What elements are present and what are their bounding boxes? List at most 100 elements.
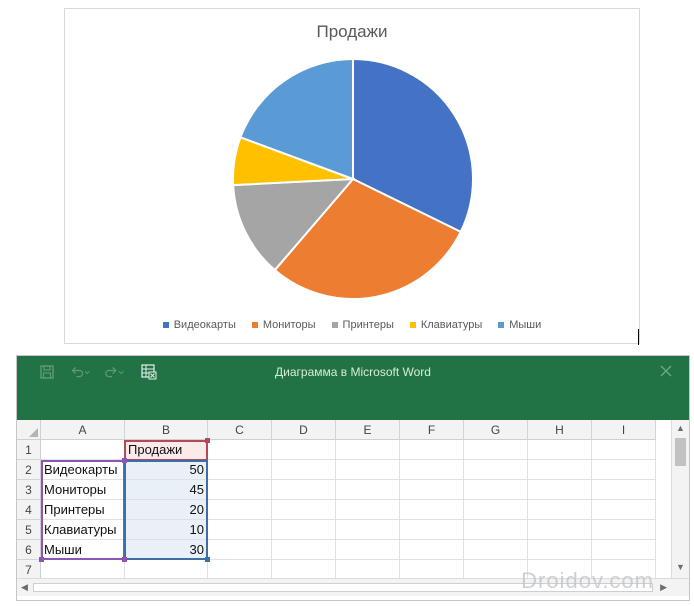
- cell[interactable]: [464, 440, 528, 460]
- cell[interactable]: [400, 520, 464, 540]
- vertical-scrollbar[interactable]: ▲ ▼: [671, 420, 689, 578]
- cell[interactable]: [208, 560, 272, 580]
- select-all-triangle: [29, 428, 38, 437]
- scroll-right-icon[interactable]: ▶: [660, 582, 667, 593]
- cell[interactable]: [400, 560, 464, 580]
- row-header[interactable]: 6: [17, 540, 41, 560]
- column-header[interactable]: B: [125, 420, 208, 440]
- column-header[interactable]: A: [41, 420, 125, 440]
- cell[interactable]: [464, 480, 528, 500]
- cell[interactable]: [336, 560, 400, 580]
- legend-label: Мониторы: [262, 319, 316, 331]
- cell[interactable]: [336, 440, 400, 460]
- cell[interactable]: 50: [125, 460, 208, 480]
- legend-item[interactable]: Видеокарты: [162, 319, 236, 331]
- cell[interactable]: [400, 440, 464, 460]
- select-all-button[interactable]: [17, 420, 41, 440]
- cell[interactable]: [592, 540, 656, 560]
- legend-item[interactable]: Принтеры: [331, 319, 394, 331]
- cell[interactable]: [272, 560, 336, 580]
- column-header[interactable]: G: [464, 420, 528, 440]
- cell[interactable]: [272, 460, 336, 480]
- cell[interactable]: [336, 480, 400, 500]
- cell[interactable]: [272, 500, 336, 520]
- column-header[interactable]: I: [592, 420, 656, 440]
- cell[interactable]: Видеокарты: [41, 460, 125, 480]
- cell[interactable]: [528, 540, 592, 560]
- cell[interactable]: [592, 500, 656, 520]
- cell[interactable]: [272, 520, 336, 540]
- cell[interactable]: [400, 540, 464, 560]
- cell[interactable]: [41, 440, 125, 460]
- chart-legend[interactable]: Видеокарты Мониторы Принтеры Клавиатуры Мыши: [65, 319, 639, 331]
- cell[interactable]: [464, 520, 528, 540]
- cell[interactable]: Принтеры: [41, 500, 125, 520]
- cell[interactable]: [464, 500, 528, 520]
- cell[interactable]: Мыши: [41, 540, 125, 560]
- column-header[interactable]: E: [336, 420, 400, 440]
- cell[interactable]: Продажи: [125, 440, 208, 460]
- legend-item[interactable]: Клавиатуры: [409, 319, 482, 331]
- cell[interactable]: 30: [125, 540, 208, 560]
- column-header[interactable]: F: [400, 420, 464, 440]
- cell[interactable]: [336, 500, 400, 520]
- text-cursor: [638, 329, 639, 345]
- cell[interactable]: [208, 440, 272, 460]
- scroll-left-icon[interactable]: ◀: [21, 582, 28, 593]
- cell[interactable]: [125, 560, 208, 580]
- cell[interactable]: [208, 520, 272, 540]
- row-header[interactable]: 4: [17, 500, 41, 520]
- cell[interactable]: [464, 460, 528, 480]
- cell[interactable]: [208, 460, 272, 480]
- legend-item[interactable]: Мыши: [498, 319, 541, 331]
- cell[interactable]: Мониторы: [41, 480, 125, 500]
- column-header[interactable]: C: [208, 420, 272, 440]
- cell[interactable]: [528, 520, 592, 540]
- cell[interactable]: [592, 460, 656, 480]
- row-header[interactable]: 1: [17, 440, 41, 460]
- cell[interactable]: [400, 500, 464, 520]
- cell[interactable]: [528, 440, 592, 460]
- cell[interactable]: [464, 540, 528, 560]
- cell[interactable]: [528, 480, 592, 500]
- chart-area[interactable]: Продажи Видеокарты Мониторы Принтеры Клавиа…: [64, 8, 640, 344]
- legend-swatch: [498, 322, 505, 328]
- cell[interactable]: [336, 520, 400, 540]
- legend-swatch: [409, 322, 416, 328]
- cell[interactable]: [528, 500, 592, 520]
- cell[interactable]: 10: [125, 520, 208, 540]
- cell[interactable]: [592, 440, 656, 460]
- cell[interactable]: [336, 540, 400, 560]
- cell[interactable]: 45: [125, 480, 208, 500]
- cell[interactable]: [592, 520, 656, 540]
- scroll-down-icon[interactable]: ▼: [676, 562, 685, 572]
- legend-item[interactable]: Мониторы: [251, 319, 316, 331]
- row-header[interactable]: 5: [17, 520, 41, 540]
- row-header[interactable]: 7: [17, 560, 41, 580]
- column-header[interactable]: D: [272, 420, 336, 440]
- cell[interactable]: [464, 560, 528, 580]
- cell[interactable]: [208, 500, 272, 520]
- row-header[interactable]: 2: [17, 460, 41, 480]
- cell[interactable]: [208, 540, 272, 560]
- cell[interactable]: [272, 480, 336, 500]
- cell[interactable]: [272, 540, 336, 560]
- scroll-up-icon[interactable]: ▲: [676, 423, 685, 433]
- pie-chart[interactable]: [65, 9, 641, 345]
- cell[interactable]: [272, 440, 336, 460]
- close-button[interactable]: [657, 362, 675, 380]
- cell[interactable]: [336, 460, 400, 480]
- table-row: 5 Клавиатуры 10: [17, 520, 656, 540]
- vertical-scroll-thumb[interactable]: [675, 438, 686, 466]
- cell[interactable]: [528, 460, 592, 480]
- cell[interactable]: [208, 480, 272, 500]
- row-header[interactable]: 3: [17, 480, 41, 500]
- column-header[interactable]: H: [528, 420, 592, 440]
- cell[interactable]: [400, 460, 464, 480]
- cell[interactable]: Клавиатуры: [41, 520, 125, 540]
- cell[interactable]: 20: [125, 500, 208, 520]
- cell[interactable]: [400, 480, 464, 500]
- table-row: 1 Продажи: [17, 440, 656, 460]
- cell[interactable]: [41, 560, 125, 580]
- cell[interactable]: [592, 480, 656, 500]
